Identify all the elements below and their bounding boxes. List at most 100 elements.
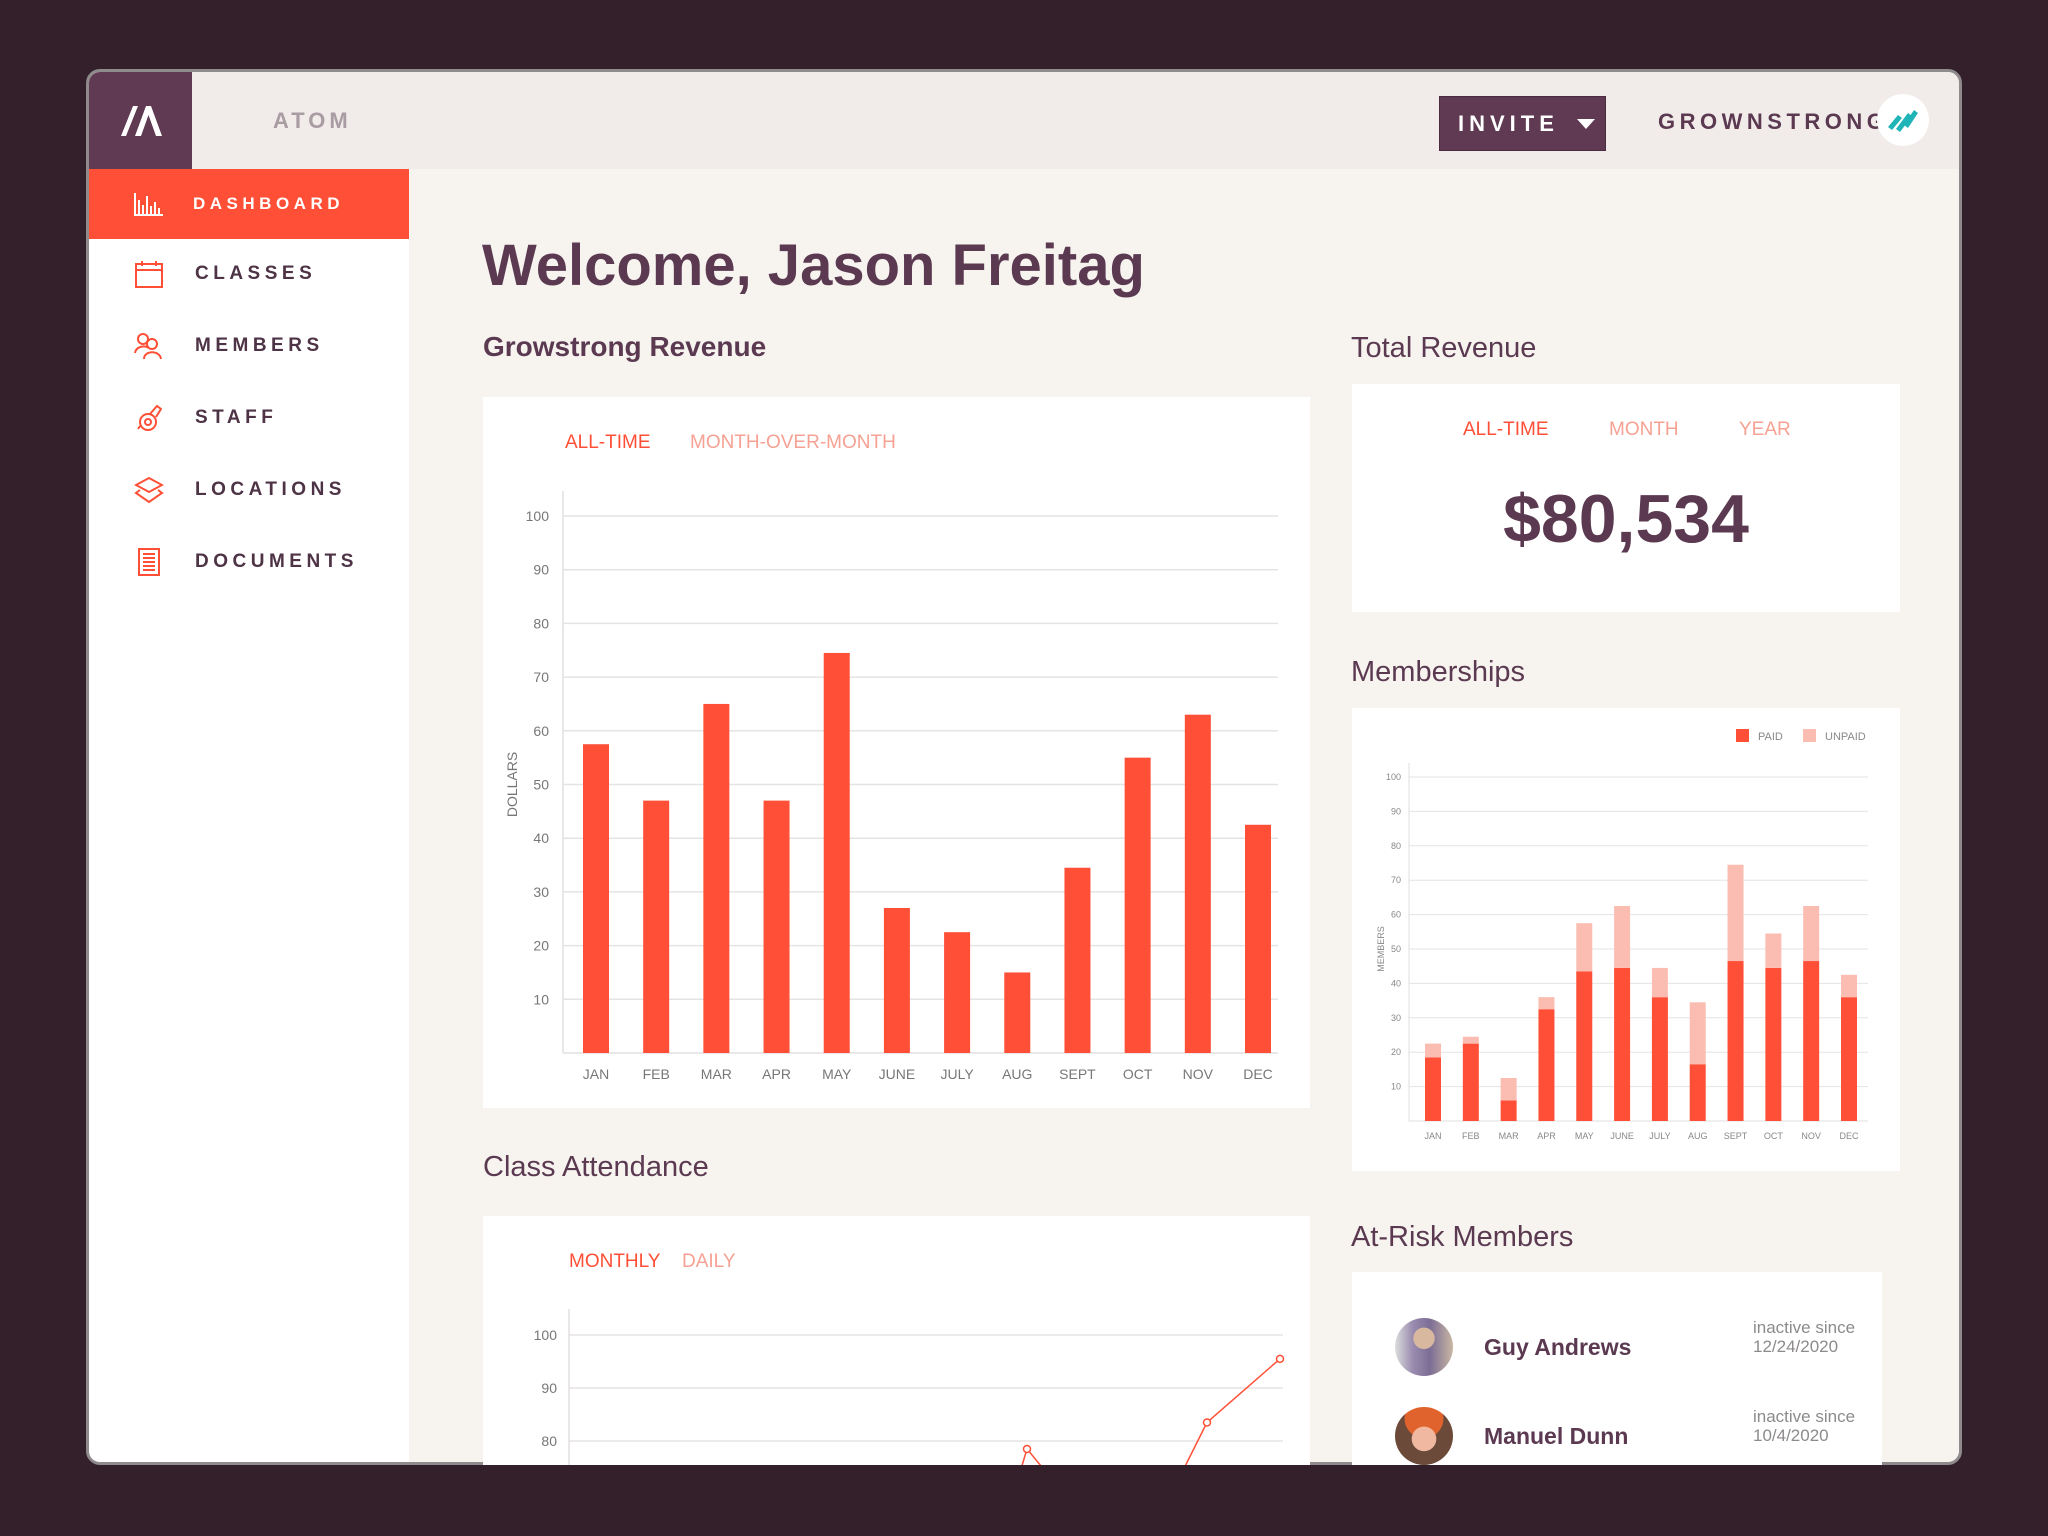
bar-mar-unpaid xyxy=(1500,1078,1517,1101)
x-tick-label: FEB xyxy=(1462,1131,1480,1141)
sidebar-item-members[interactable]: MEMBERS xyxy=(89,311,409,381)
x-tick-label: DEC xyxy=(1839,1131,1859,1141)
bar-dec-unpaid xyxy=(1841,974,1857,998)
tab-all-time[interactable]: ALL-TIME xyxy=(1463,419,1549,441)
layers-icon xyxy=(133,474,165,506)
tab-year[interactable]: YEAR xyxy=(1739,419,1791,441)
sidebar: DASHBOARD CLASSES MEMBERS STAFF LOCATION… xyxy=(89,169,409,1462)
bar-feb-paid xyxy=(1462,1043,1479,1121)
chevron-down-icon xyxy=(1576,118,1595,129)
bar-nov-unpaid xyxy=(1803,906,1820,962)
inactive-status: inactive since 10/4/2020 xyxy=(1753,1407,1855,1445)
top-bar: ATOM INVITE GROWNSTRONG xyxy=(89,72,1959,169)
y-tick-label: 30 xyxy=(533,884,549,900)
invite-label: INVITE xyxy=(1458,110,1559,136)
member-name: Guy Andrews xyxy=(1484,1334,1632,1360)
bar-jan xyxy=(583,744,609,1053)
data-point xyxy=(1022,1444,1032,1454)
bar-feb xyxy=(643,800,670,1053)
org-name[interactable]: GROWNSTRONG xyxy=(1658,109,1888,135)
revenue-card: ALL-TIME MONTH-OVER-MONTH 10 20 30 40 50 60 70… xyxy=(483,397,1310,1108)
sidebar-item-staff[interactable]: STAFF xyxy=(89,383,409,453)
x-tick-label: MAR xyxy=(1499,1131,1520,1141)
y-tick-label: 10 xyxy=(1391,1082,1401,1092)
x-tick-label: FEB xyxy=(643,1066,670,1082)
at-risk-title: At-Risk Members xyxy=(1351,1221,1574,1253)
bar-june-unpaid xyxy=(1614,906,1631,968)
bar-dec-paid xyxy=(1841,997,1857,1121)
bar-jan-paid xyxy=(1425,1057,1441,1121)
bar-june xyxy=(883,908,910,1053)
bar-nov xyxy=(1184,714,1211,1053)
list-item[interactable]: Manuel Dunn inactive since 10/4/2020 xyxy=(1395,1407,1882,1465)
bar-sept xyxy=(1064,867,1091,1053)
bar-aug-unpaid xyxy=(1689,1002,1706,1065)
y-tick-label: 20 xyxy=(533,938,549,954)
sidebar-item-documents[interactable]: DOCUMENTS xyxy=(89,527,409,597)
y-axis-label: MEMBERS xyxy=(1376,926,1386,972)
x-tick-label: OCT xyxy=(1123,1066,1153,1082)
sidebar-item-locations[interactable]: LOCATIONS xyxy=(89,455,409,525)
y-tick-label: 100 xyxy=(534,1327,558,1343)
legend-label: UNPAID xyxy=(1825,731,1866,743)
x-tick-label: AUG xyxy=(1002,1066,1032,1082)
avatar xyxy=(1395,1407,1453,1465)
bar-apr xyxy=(763,800,790,1053)
sidebar-item-label: DASHBOARD xyxy=(193,194,344,213)
inactive-status: inactive since 12/24/2020 xyxy=(1753,1318,1855,1356)
member-name: Manuel Dunn xyxy=(1484,1423,1629,1449)
x-tick-label: JAN xyxy=(1424,1131,1441,1141)
total-revenue-value: $80,534 xyxy=(1503,481,1749,557)
y-tick-label: 20 xyxy=(1391,1047,1401,1057)
x-tick-label: MAY xyxy=(822,1066,852,1082)
total-revenue-card: ALL-TIME MONTH YEAR $80,534 xyxy=(1352,384,1900,612)
x-tick-label: JULY xyxy=(940,1066,974,1082)
y-tick-label: 60 xyxy=(533,723,549,739)
x-tick-label: NOV xyxy=(1183,1066,1214,1082)
org-logo-icon xyxy=(1888,110,1918,132)
y-tick-label: 90 xyxy=(1391,806,1401,816)
sidebar-item-dashboard[interactable]: DASHBOARD xyxy=(89,169,409,239)
sidebar-item-classes[interactable]: CLASSES xyxy=(89,239,409,309)
y-tick-label: 100 xyxy=(1386,772,1401,782)
memberships-card: 10 20 30 40 50 60 70 80 90 100 MEMBERS PAID UNPAID JA… xyxy=(1352,708,1900,1171)
bar-july-paid xyxy=(1651,997,1668,1121)
revenue-title: Growstrong Revenue xyxy=(483,331,767,362)
line-segment xyxy=(1206,1358,1281,1424)
sidebar-item-label: DOCUMENTS xyxy=(195,551,358,572)
total-revenue-title: Total Revenue xyxy=(1351,332,1537,364)
invite-button[interactable]: INVITE xyxy=(1439,96,1606,151)
bar-sept-unpaid xyxy=(1727,864,1744,962)
bar-oct xyxy=(1124,757,1151,1053)
attendance-chart: 80 90 100 xyxy=(534,1309,1285,1465)
legend-swatch-paid xyxy=(1736,729,1749,742)
x-tick-label: APR xyxy=(762,1066,791,1082)
y-tick-label: 70 xyxy=(1391,875,1401,885)
x-tick-label: JAN xyxy=(583,1066,609,1082)
bar-july-unpaid xyxy=(1651,967,1668,998)
y-tick-label: 80 xyxy=(1391,841,1401,851)
list-item[interactable]: Guy Andrews inactive since 12/24/2020 xyxy=(1395,1318,1882,1378)
x-tick-label: AUG xyxy=(1688,1131,1708,1141)
legend-label: PAID xyxy=(1758,731,1783,743)
memberships-chart: 10 20 30 40 50 60 70 80 90 100 MEMBERS PAID UNPAID JA… xyxy=(1376,729,1868,1141)
y-tick-label: 40 xyxy=(533,830,549,846)
data-point xyxy=(1275,1354,1285,1364)
welcome-title: Welcome, Jason Freitag xyxy=(482,233,1145,298)
status-label: inactive since xyxy=(1753,1407,1856,1426)
atom-logo[interactable] xyxy=(89,72,192,169)
sidebar-item-label: CLASSES xyxy=(195,263,317,284)
bar-oct-paid xyxy=(1765,967,1782,1121)
y-tick-label: 30 xyxy=(1391,1013,1401,1023)
bar-may xyxy=(823,652,850,1053)
y-tick-label: 70 xyxy=(533,669,549,685)
bar-june-paid xyxy=(1614,967,1631,1121)
org-avatar[interactable] xyxy=(1877,94,1929,146)
x-tick-label: NOV xyxy=(1801,1131,1821,1141)
x-tick-label: JUNE xyxy=(879,1066,916,1082)
bar-oct-unpaid xyxy=(1765,933,1782,968)
y-tick-label: 40 xyxy=(1391,978,1401,988)
at-risk-card: Guy Andrews inactive since 12/24/2020 Man… xyxy=(1352,1272,1882,1465)
tab-month[interactable]: MONTH xyxy=(1609,419,1679,441)
bar-chart-icon xyxy=(133,188,165,220)
